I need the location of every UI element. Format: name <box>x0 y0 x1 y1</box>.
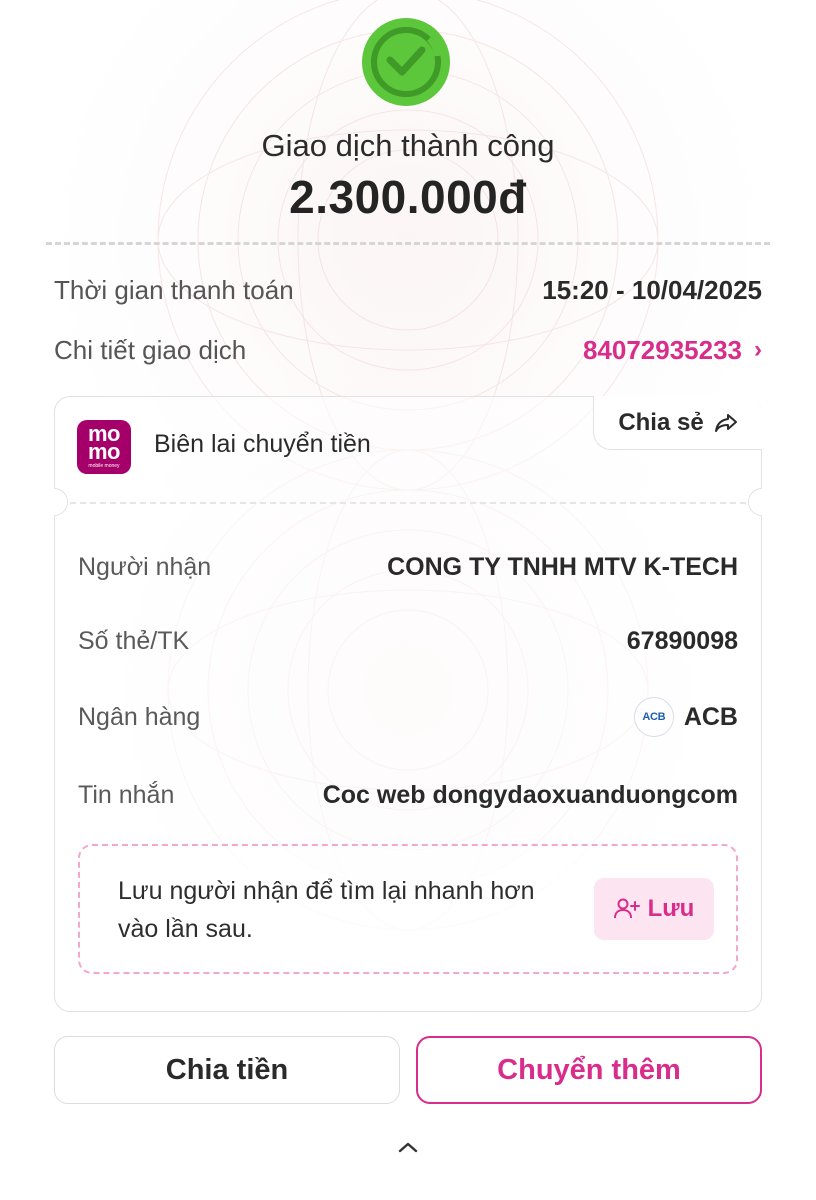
account-number-value: 67890098 <box>626 626 738 655</box>
status-title: Giao dịch thành công <box>261 128 555 163</box>
save-button-label: Lưu <box>647 895 695 922</box>
message-value: Coc web dongydaoxuanduongcom <box>322 780 738 809</box>
save-recipient-prompt: Lưu người nhận để tìm lại nhanh hơn vào … <box>118 877 535 943</box>
transaction-detail-row[interactable]: Chi tiết giao dịch 84072935233 › <box>54 333 762 367</box>
bank-value: ACB <box>683 702 738 731</box>
momo-logo-line2: mo <box>88 439 121 464</box>
payment-time-row: Thời gian thanh toán 15:20 - 10/04/2025 <box>54 273 762 307</box>
share-arrow-icon <box>714 413 737 432</box>
person-plus-icon <box>613 898 640 919</box>
card-notch-right <box>748 488 762 516</box>
recipient-label: Người nhận <box>78 552 212 581</box>
save-recipient-button[interactable]: Lưu <box>594 878 714 940</box>
chevron-right-icon: › <box>754 336 762 363</box>
bank-value-group: ACB ACB <box>633 697 738 737</box>
message-label: Tin nhắn <box>78 780 175 809</box>
split-money-button[interactable]: Chia tiền <box>54 1036 400 1104</box>
acb-bank-logo: ACB <box>633 697 674 737</box>
bank-row: Ngân hàng ACB ACB <box>78 697 738 737</box>
transaction-success-screen: Giao dịch thành công 2.300.000đ Thời gia… <box>0 0 816 1200</box>
message-row: Tin nhắn Coc web dongydaoxuanduongcom <box>78 777 738 813</box>
transaction-id[interactable]: 84072935233 <box>583 335 742 366</box>
payment-time-label: Thời gian thanh toán <box>54 274 294 305</box>
momo-logo: mo mo mobile money <box>77 420 131 474</box>
transaction-detail-label: Chi tiết giao dịch <box>54 334 247 365</box>
momo-logo-tagline: mobile money <box>88 463 120 470</box>
bank-label: Ngân hàng <box>78 702 201 731</box>
check-circle-icon <box>362 18 450 106</box>
transaction-detail-link[interactable]: 84072935233 › <box>583 335 762 366</box>
divider <box>46 242 770 245</box>
recipient-value: CONG TY TNHH MTV K-TECH <box>387 552 738 581</box>
transfer-more-button[interactable]: Chuyển thêm <box>416 1036 762 1104</box>
card-notch-left <box>54 488 68 516</box>
payment-time-value: 15:20 - 10/04/2025 <box>542 274 762 305</box>
receipt-title: Biên lai chuyển tiền <box>154 430 371 458</box>
recipient-row: Người nhận CONG TY TNHH MTV K-TECH <box>78 549 738 585</box>
transaction-amount: 2.300.000đ <box>289 171 527 223</box>
share-button[interactable]: Chia sẻ <box>593 396 762 450</box>
account-number-row: Số thẻ/TK 67890098 <box>78 623 738 659</box>
share-label: Chia sẻ <box>618 408 704 436</box>
chevron-up-icon[interactable] <box>396 1140 420 1154</box>
account-number-label: Số thẻ/TK <box>78 626 190 655</box>
card-divider <box>70 502 746 504</box>
